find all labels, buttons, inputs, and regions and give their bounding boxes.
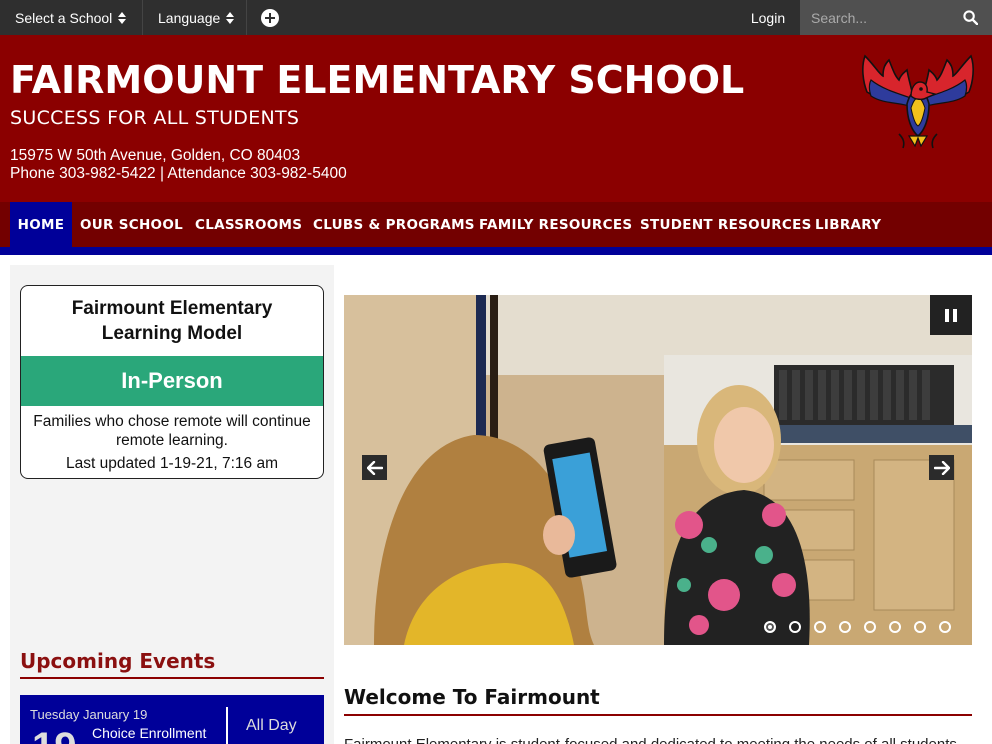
select-school-label: Select a School	[15, 9, 113, 26]
login-link[interactable]: Login	[736, 0, 800, 35]
school-name[interactable]: FAIRMOUNT ELEMENTARY SCHOOL	[10, 58, 744, 102]
slide-photo	[344, 295, 972, 645]
search-icon[interactable]	[963, 10, 978, 25]
nav-item-our-school[interactable]: OUR SCHOOL	[80, 202, 183, 247]
nav-item-classrooms[interactable]: CLASSROOMS	[195, 202, 302, 247]
utility-bar: Select a School Language Login	[0, 0, 992, 35]
event-item[interactable]: Tuesday January 19 19 Choice Enrollment …	[20, 695, 324, 744]
main-nav: HOME OUR SCHOOL CLASSROOMS CLUBS & PROGR…	[0, 202, 992, 247]
arrow-left-icon	[366, 460, 383, 475]
learning-model-updated: Last updated 1-19-21, 7:16 am	[66, 455, 278, 472]
slide-dot[interactable]	[764, 621, 776, 633]
previous-slide-button[interactable]	[362, 455, 387, 480]
nav-item-library[interactable]: LIBRARY	[815, 202, 881, 247]
learning-model-note: Families who chose remote will continue …	[21, 412, 323, 450]
event-time: All Day	[246, 717, 297, 734]
photo-slider	[344, 295, 972, 645]
slide-dot[interactable]	[789, 621, 801, 633]
event-name[interactable]: Choice Enrollment	[92, 725, 206, 741]
welcome-heading: Welcome To Fairmount	[344, 685, 600, 709]
upcoming-events-heading: Upcoming Events	[20, 649, 216, 673]
nav-item-student-resources[interactable]: STUDENT RESOURCES	[640, 202, 812, 247]
pause-button[interactable]	[930, 295, 972, 335]
search-input[interactable]	[811, 9, 961, 26]
learning-model-title: Fairmount Elementary Learning Model	[21, 296, 323, 346]
welcome-divider	[344, 714, 972, 716]
nav-item-family-resources[interactable]: FAMILY RESOURCES	[479, 202, 632, 247]
learning-model-card: Fairmount Elementary Learning Model In-P…	[20, 285, 324, 479]
site-header: FAIRMOUNT ELEMENTARY SCHOOL SUCCESS FOR …	[0, 35, 992, 202]
sort-caret-icon	[118, 11, 127, 24]
sort-caret-icon	[226, 11, 235, 24]
eagle-logo-icon[interactable]	[853, 52, 983, 152]
nav-item-clubs-programs[interactable]: CLUBS & PROGRAMS	[313, 202, 475, 247]
learning-model-note-line2: remote learning.	[115, 432, 228, 449]
phone-line: Phone 303-982-5422 | Attendance 303-982-…	[10, 165, 347, 182]
slide-dot[interactable]	[889, 621, 901, 633]
language-dropdown[interactable]: Language	[143, 0, 247, 35]
event-day-number: 19	[32, 725, 77, 744]
slide-pagination	[764, 621, 951, 633]
search-box	[800, 0, 992, 35]
learning-model-title-line2: Learning Model	[101, 323, 243, 344]
pause-icon	[945, 308, 949, 322]
slide-dot[interactable]	[839, 621, 851, 633]
arrow-right-icon	[933, 460, 950, 475]
language-label: Language	[158, 9, 221, 26]
slide-dot[interactable]	[914, 621, 926, 633]
school-contact: 15975 W 50th Avenue, Golden, CO 80403 Ph…	[10, 147, 347, 183]
select-school-dropdown[interactable]: Select a School	[0, 0, 143, 35]
event-divider	[226, 707, 228, 744]
learning-model-note-line1: Families who chose remote will continue	[33, 413, 311, 430]
nav-item-home[interactable]: HOME	[10, 202, 72, 247]
learning-model-status: In-Person	[21, 356, 323, 406]
slide-dot[interactable]	[814, 621, 826, 633]
slide-dot[interactable]	[939, 621, 951, 633]
upcoming-events-divider	[20, 677, 324, 679]
next-slide-button[interactable]	[929, 455, 954, 480]
sidebar: Fairmount Elementary Learning Model In-P…	[10, 265, 334, 744]
welcome-text: Fairmount Elementary is student-focused …	[344, 736, 961, 744]
address-line: 15975 W 50th Avenue, Golden, CO 80403	[10, 147, 301, 164]
event-date: Tuesday January 19	[30, 707, 148, 722]
slide-dot[interactable]	[864, 621, 876, 633]
login-label: Login	[750, 9, 786, 26]
nav-accent-stripe	[0, 247, 992, 255]
plus-circle-icon	[261, 8, 279, 27]
school-tagline: SUCCESS FOR ALL STUDENTS	[10, 107, 300, 129]
plus-button[interactable]	[247, 0, 293, 35]
learning-model-title-line1: Fairmount Elementary	[71, 298, 273, 319]
pause-icon-bar	[953, 308, 957, 322]
